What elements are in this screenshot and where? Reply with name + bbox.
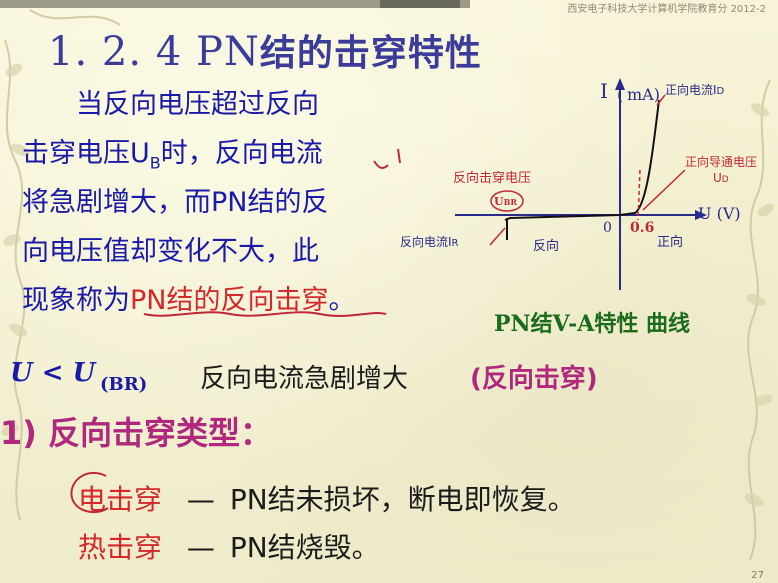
paragraph-line-4: 向电压值却变化不大，此 (22, 236, 319, 267)
paragraph-line-1: 当反向电压超过反向 (76, 89, 319, 120)
forward-voltage-label: 正向导通电压 (685, 154, 757, 169)
formula-text: 反向电流急剧增大 (200, 364, 409, 394)
threshold-label: 0.6 (630, 220, 654, 236)
explanation-paragraph: 当反向电压超过反向 击穿电压UB时，反向电流 将急剧增大，而PN结的反 向电压值… (22, 80, 407, 325)
diagram-caption: PN结V-A特性 曲线 (494, 311, 690, 337)
formula-subscript: (BR) (100, 374, 148, 395)
y-axis-label: I (600, 79, 608, 103)
item-dash: — (186, 483, 215, 516)
paragraph-line-2a: 击穿电压U (22, 138, 150, 169)
forward-region-label: 正向 (657, 234, 683, 250)
reverse-breakdown-label: 反向击穿电压 (453, 170, 531, 186)
x-axis-label: U (V) (698, 204, 741, 223)
list-item: 电击穿 — PN结未损坏，断电即恢复。 (78, 478, 576, 518)
paragraph-line-2: 击穿电压UB时，反向电流 (22, 129, 407, 178)
paragraph-line-2-sub: B (149, 153, 161, 173)
forward-voltage-symbol: UD (713, 171, 729, 185)
section-heading: 1) 反向击穿类型： (0, 414, 273, 452)
item-term: 热击穿 (78, 531, 163, 564)
forward-current-label: 正向电流ID (665, 82, 725, 97)
y-paren-open: ( (617, 85, 623, 104)
paragraph-line-2b: 时，反向电流 (160, 138, 323, 169)
header-source-text: 西安电子科技大学计算机学院教育分 2012-2 (567, 4, 766, 15)
y-unit: mA) (627, 85, 660, 104)
paragraph-line-3: 将急剧增大，而PN结的反 (22, 187, 329, 218)
top-band-dark (380, 0, 460, 8)
va-characteristic-diagram: I ( mA) 正向电流ID 正向导通电压 UD U (V) 0 0.6 反向击… (400, 78, 757, 290)
reverse-region-label: 反向 (533, 238, 559, 254)
title-prefix: PN (195, 29, 260, 75)
formula-paren: (反向击穿) (470, 364, 598, 394)
paragraph-line-5a: 现象称为 (22, 285, 130, 316)
page-number: 27 (751, 570, 764, 581)
title-text: 结的击穿特性 (259, 33, 482, 74)
title-number: 1. 2. 4 (48, 29, 183, 75)
handwritten-underline (143, 311, 387, 317)
va-curve (504, 99, 660, 221)
reverse-current-label: 反向电流IR (400, 234, 459, 249)
formula-lhs: U < U (10, 358, 96, 388)
threshold-dashed-line (637, 169, 641, 221)
origin-label: 0 (603, 220, 612, 236)
reverse-current-pointer (489, 227, 506, 246)
item-dash: — (186, 531, 215, 564)
list-item: 热击穿 — PN结烧毁。 (78, 526, 380, 566)
item-description: PN结烧毁。 (229, 531, 380, 564)
item-description: PN结未损坏，断电即恢复。 (229, 483, 576, 516)
handwritten-circle (70, 471, 109, 514)
ubr-label: UBR (494, 195, 517, 208)
slide-title: 1. 2. 4 PN结的击穿特性 (48, 24, 482, 76)
